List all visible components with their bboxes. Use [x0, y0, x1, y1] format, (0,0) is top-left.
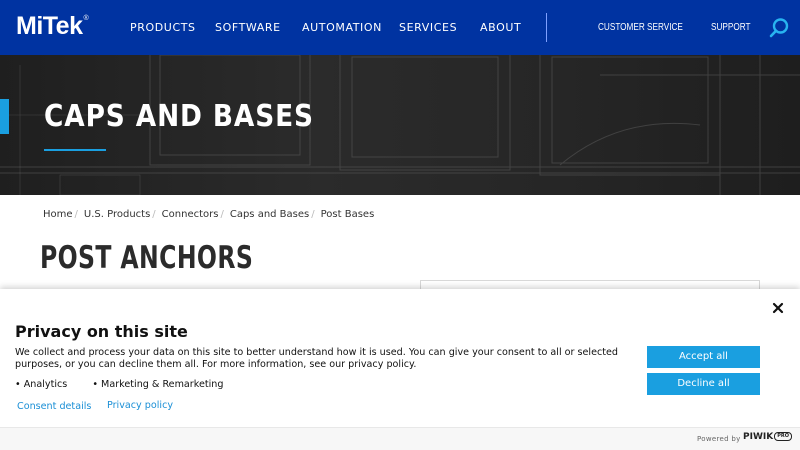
hero-banner: CAPS AND BASES	[0, 55, 800, 195]
breadcrumb-separator: /	[220, 209, 224, 220]
breadcrumb-separator: /	[74, 209, 78, 220]
breadcrumb-caps-and-bases[interactable]: Caps and Bases	[230, 209, 309, 220]
privacy-consent-banner: Privacy on this site We collect and proc…	[0, 289, 800, 450]
customer-service-link[interactable]: CUSTOMER SERVICE	[598, 22, 683, 33]
privacy-policy-link[interactable]: Privacy policy	[107, 400, 173, 411]
purpose-analytics: • Analytics	[15, 379, 68, 390]
hero-accent-bar	[0, 99, 9, 134]
purpose-marketing: • Marketing & Remarketing	[92, 379, 224, 390]
breadcrumb: Home / U.S. Products / Connectors / Caps an…	[43, 209, 374, 220]
decline-all-button[interactable]: Decline all	[647, 373, 760, 395]
privacy-title: Privacy on this site	[15, 322, 188, 341]
hero-title: CAPS AND BASES	[44, 99, 314, 134]
close-icon[interactable]	[772, 302, 784, 314]
nav-item-about[interactable]: ABOUT	[480, 21, 521, 34]
nav-item-software[interactable]: SOFTWARE	[215, 21, 281, 34]
nav-divider	[546, 13, 547, 42]
powered-by-label: Powered by	[697, 435, 741, 443]
mitek-logo[interactable]: MiTek®	[16, 12, 89, 41]
consent-details-link[interactable]: Consent details	[17, 401, 91, 412]
hero-title-underline	[44, 149, 106, 151]
piwik-pro-logo: PIWIK PRO	[743, 432, 792, 442]
breadcrumb-connectors[interactable]: Connectors	[162, 209, 219, 220]
breadcrumb-post-bases[interactable]: Post Bases	[321, 209, 375, 220]
search-icon[interactable]	[768, 17, 790, 39]
privacy-description: We collect and process your data on this…	[15, 347, 619, 370]
breadcrumb-us-products[interactable]: U.S. Products	[84, 209, 150, 220]
nav-item-products[interactable]: PRODUCTS	[130, 21, 196, 34]
support-link[interactable]: SUPPORT	[711, 22, 751, 33]
breadcrumb-separator: /	[152, 209, 156, 220]
top-navigation-bar: MiTek® PRODUCTS SOFTWARE AUTOMATION SERV…	[0, 0, 800, 55]
purpose-list: • Analytics • Marketing & Remarketing	[15, 379, 245, 390]
breadcrumb-home[interactable]: Home	[43, 209, 73, 220]
breadcrumb-separator: /	[311, 209, 315, 220]
accept-all-button[interactable]: Accept all	[647, 346, 760, 368]
privacy-footer: Powered by PIWIK PRO	[0, 427, 800, 450]
nav-item-services[interactable]: SERVICES	[399, 21, 457, 34]
nav-item-automation[interactable]: AUTOMATION	[302, 21, 382, 34]
page-title: POST ANCHORS	[40, 240, 254, 276]
